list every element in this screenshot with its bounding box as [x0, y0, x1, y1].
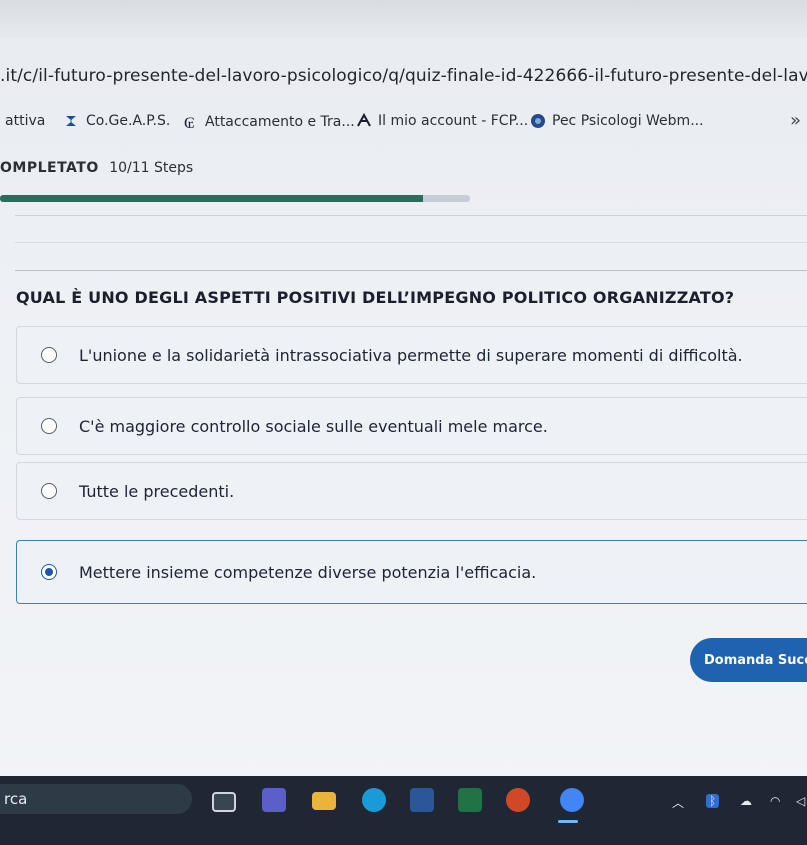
answer-text: C'è maggiore controllo sociale sulle eve… — [79, 416, 548, 436]
fcp-icon — [357, 113, 371, 127]
wifi-icon[interactable]: ◠ — [770, 794, 780, 808]
answer-text: Mettere insieme competenze diverse poten… — [79, 562, 537, 582]
answer-option-2[interactable]: C'è maggiore controllo sociale sulle eve… — [16, 397, 807, 455]
bookmark-cogeaps[interactable]: Co.Ge.A.P.S. — [64, 113, 170, 129]
question-title: QUAL È UNO DEGLI ASPETTI POSITIVI DELL’I… — [16, 288, 735, 307]
course-progress: OMPLETATO 10/11 Steps — [0, 150, 807, 210]
progress-fill — [0, 195, 423, 202]
radio-button[interactable] — [41, 418, 57, 434]
onedrive-icon[interactable]: ☁ — [740, 794, 752, 808]
bookmark-label: a attiva — [0, 113, 46, 129]
bookmark-fcp[interactable]: Il mio account - FCP... — [356, 113, 528, 129]
attaccamento-icon: ₢ — [184, 113, 195, 131]
taskbar: rca ︿ ᛒ ☁ ◠ ◁ — [0, 776, 807, 845]
teams-icon[interactable] — [262, 788, 286, 812]
bookmark-item[interactable]: a attiva — [0, 113, 45, 129]
radio-button[interactable] — [41, 483, 57, 499]
bookmark-label: Pec Psicologi Webm... — [552, 113, 704, 129]
word-icon[interactable] — [410, 788, 434, 812]
chrome-icon[interactable] — [560, 788, 584, 812]
divider — [15, 215, 807, 216]
monitor-bezel — [0, 0, 807, 38]
pec-icon — [531, 114, 545, 128]
bookmark-label: Attaccamento e Tra... — [205, 114, 355, 130]
bluetooth-icon[interactable]: ᛒ — [706, 794, 720, 808]
progress-status: OMPLETATO — [0, 160, 99, 176]
bookmark-label: Co.Ge.A.P.S. — [86, 113, 171, 129]
chevron-up-icon[interactable]: ︿ — [672, 794, 684, 811]
cogeaps-icon — [66, 116, 76, 126]
progress-track — [0, 195, 470, 202]
screen: .it/c/il-futuro-presente-del-lavoro-psic… — [0, 0, 807, 845]
svg-text:₢: ₢ — [184, 113, 195, 131]
bookmarks-bar: a attiva Co.Ge.A.P.S. ₢ Attaccamento e T… — [0, 100, 807, 144]
active-app-indicator — [558, 820, 578, 823]
radio-button[interactable] — [41, 347, 57, 363]
answer-text: Tutte le precedenti. — [79, 481, 235, 501]
bookmark-pec[interactable]: Pec Psicologi Webm... — [530, 113, 704, 129]
volume-icon[interactable]: ◁ — [796, 794, 805, 808]
progress-steps: 10/11 Steps — [109, 160, 194, 176]
files-icon[interactable] — [212, 792, 236, 812]
next-question-button[interactable]: Domanda Succe — [690, 638, 807, 682]
more-bookmarks-icon[interactable]: » — [790, 110, 801, 131]
url-text: .it/c/il-futuro-presente-del-lavoro-psic… — [0, 66, 807, 86]
address-bar[interactable]: .it/c/il-futuro-presente-del-lavoro-psic… — [0, 58, 807, 98]
divider — [15, 270, 807, 271]
divider — [15, 242, 807, 243]
radio-button-selected[interactable] — [41, 564, 57, 580]
explorer-icon[interactable] — [312, 792, 336, 810]
answer-option-1[interactable]: L'unione e la solidarietà intrassociativ… — [16, 326, 807, 384]
powerpoint-icon[interactable] — [506, 788, 530, 812]
progress-label: OMPLETATO 10/11 Steps — [0, 160, 193, 176]
bookmark-label: Il mio account - FCP... — [378, 113, 529, 129]
answer-option-4-selected[interactable]: Mettere insieme competenze diverse poten… — [16, 540, 807, 604]
taskbar-search[interactable]: rca — [0, 784, 192, 814]
excel-icon[interactable] — [458, 788, 482, 812]
edge-icon[interactable] — [362, 788, 386, 812]
answer-option-3[interactable]: Tutte le precedenti. — [16, 462, 807, 520]
answer-text: L'unione e la solidarietà intrassociativ… — [79, 345, 743, 365]
bookmark-attaccamento[interactable]: ₢ Attaccamento e Tra... — [183, 113, 355, 131]
